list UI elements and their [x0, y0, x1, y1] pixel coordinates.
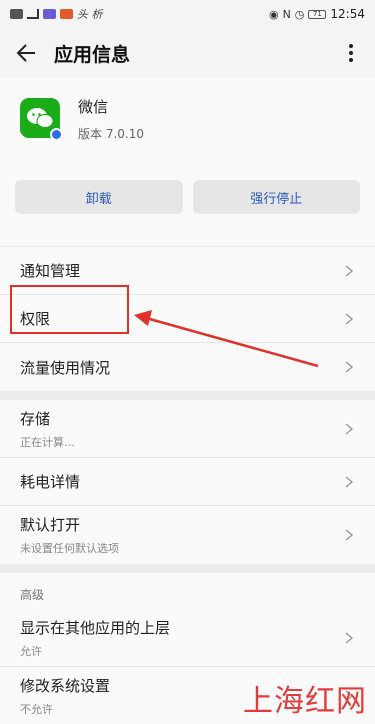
data-usage-item[interactable]: 流量使用情况	[0, 343, 375, 391]
section-divider	[0, 391, 375, 400]
battery-usage-item[interactable]: 耗电详情	[0, 458, 375, 506]
row-subtitle: 允许	[20, 644, 42, 658]
app-version: 版本 7.0.10	[78, 127, 144, 141]
settings-group-2: 存储 正在计算... 耗电详情 默认打开 未设置任何默认选项	[0, 400, 375, 564]
wechat-icon	[20, 98, 63, 141]
row-label: 流量使用情况	[20, 358, 111, 377]
chevron-right-icon	[343, 312, 355, 325]
open-by-default-item[interactable]: 默认打开 未设置任何默认选项	[0, 506, 375, 564]
advanced-section-header: 高级	[0, 573, 375, 609]
back-arrow-icon[interactable]	[12, 39, 40, 67]
action-row: 卸载 强行停止	[0, 172, 375, 230]
row-subtitle: 未设置任何默认选项	[20, 542, 119, 555]
signal-icon	[27, 9, 39, 19]
watermark: 上海红网	[243, 684, 367, 719]
app-name: 微信	[78, 98, 109, 116]
row-subtitle: 正在计算...	[20, 435, 75, 449]
status-right: ◉ N ◷ 71 12:54	[269, 7, 365, 21]
chevron-right-icon	[343, 529, 355, 541]
chevron-right-icon	[343, 475, 355, 488]
battery-icon: 71	[308, 9, 327, 19]
more-options-icon[interactable]	[339, 39, 363, 67]
storage-item[interactable]: 存储 正在计算...	[0, 400, 375, 458]
page-title: 应用信息	[54, 43, 131, 66]
row-label: 默认打开	[20, 516, 81, 534]
notification-app-icon-2	[60, 9, 73, 19]
status-app-name: 头 析	[77, 8, 103, 21]
section-divider	[0, 564, 375, 573]
verified-badge-icon	[50, 128, 63, 141]
uninstall-button[interactable]: 卸载	[15, 180, 183, 214]
notification-app-icon	[43, 9, 56, 19]
row-label: 存储	[20, 409, 51, 428]
alarm-icon: ◷	[294, 7, 305, 21]
app-info-card: 微信 版本 7.0.10	[0, 78, 375, 172]
hd-icon	[10, 9, 23, 19]
title-bar: 应用信息	[0, 28, 375, 78]
row-label: 耗电详情	[20, 473, 81, 491]
nfc-icon: N	[282, 7, 291, 21]
eye-icon: ◉	[268, 7, 279, 21]
chevron-right-icon	[343, 361, 355, 373]
row-label: 显示在其他应用的上层	[20, 618, 171, 637]
row-label: 通知管理	[20, 262, 81, 280]
status-time: 12:54	[330, 7, 365, 21]
display-over-other-apps-item[interactable]: 显示在其他应用的上层 允许	[0, 609, 375, 667]
chevron-right-icon	[343, 422, 355, 435]
spacer	[0, 230, 375, 247]
force-stop-button[interactable]: 强行停止	[192, 180, 360, 214]
status-left: 头 析	[10, 6, 103, 22]
chevron-right-icon	[343, 631, 355, 644]
highlight-box	[10, 285, 129, 334]
status-bar: 头 析 ◉ N ◷ 71 12:54	[0, 0, 375, 28]
chevron-right-icon	[343, 264, 355, 277]
app-meta: 微信 版本 7.0.10	[78, 94, 144, 142]
